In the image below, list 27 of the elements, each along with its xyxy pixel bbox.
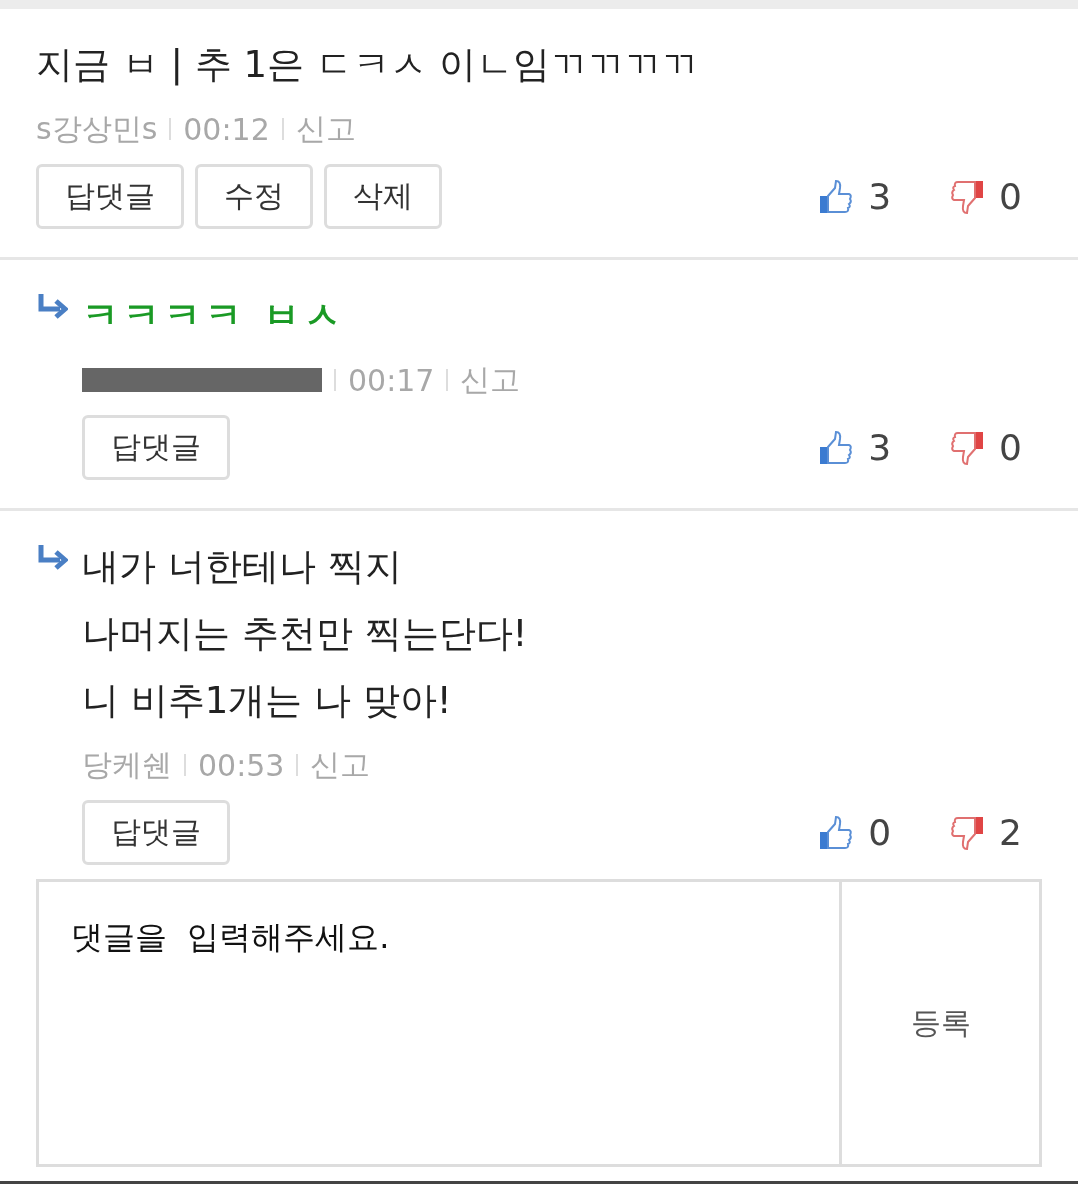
comment-time: 00:53 xyxy=(198,747,285,783)
action-button[interactable]: 답댓글 xyxy=(36,164,184,229)
dislike-count: 0 xyxy=(999,427,1022,468)
action-button[interactable]: 답댓글 xyxy=(82,415,230,480)
thumbs-down-icon[interactable] xyxy=(949,814,986,851)
comment-time: 00:12 xyxy=(183,111,270,147)
comment-text: 내가 너한테나 찍지 나머지는 추천만 찍는단다! 니 비추1개는 나 맞아! xyxy=(82,544,528,724)
dislike-count: 0 xyxy=(999,176,1022,217)
thumbs-up-icon[interactable] xyxy=(818,429,855,466)
action-button[interactable]: 수정 xyxy=(195,164,313,229)
thumbs-down-icon[interactable] xyxy=(949,178,986,215)
like-count: 3 xyxy=(868,427,892,468)
reply-arrow-icon xyxy=(36,543,68,571)
comment-text: ㅋㅋㅋㅋ ㅂㅅ xyxy=(82,293,345,339)
like-count: 3 xyxy=(868,176,892,217)
comment-time: 00:17 xyxy=(348,362,435,398)
thumbs-up-icon[interactable] xyxy=(818,178,855,215)
comment-text: 지금 ㅂ | 추 1은 ㄷㅋㅅ 이ㄴ임ㄲㄲㄲㄲ xyxy=(36,42,698,88)
like-count: 0 xyxy=(868,812,892,853)
dislike-count: 2 xyxy=(999,812,1022,853)
thumbs-up-icon[interactable] xyxy=(818,814,855,851)
reply-arrow-icon xyxy=(36,292,68,320)
thumbs-down-icon[interactable] xyxy=(949,429,986,466)
action-button[interactable]: 삭제 xyxy=(324,164,442,229)
author-name: 당케쉔 xyxy=(82,745,172,784)
action-button[interactable]: 답댓글 xyxy=(82,800,230,865)
author-name: s강상민s xyxy=(36,109,158,148)
